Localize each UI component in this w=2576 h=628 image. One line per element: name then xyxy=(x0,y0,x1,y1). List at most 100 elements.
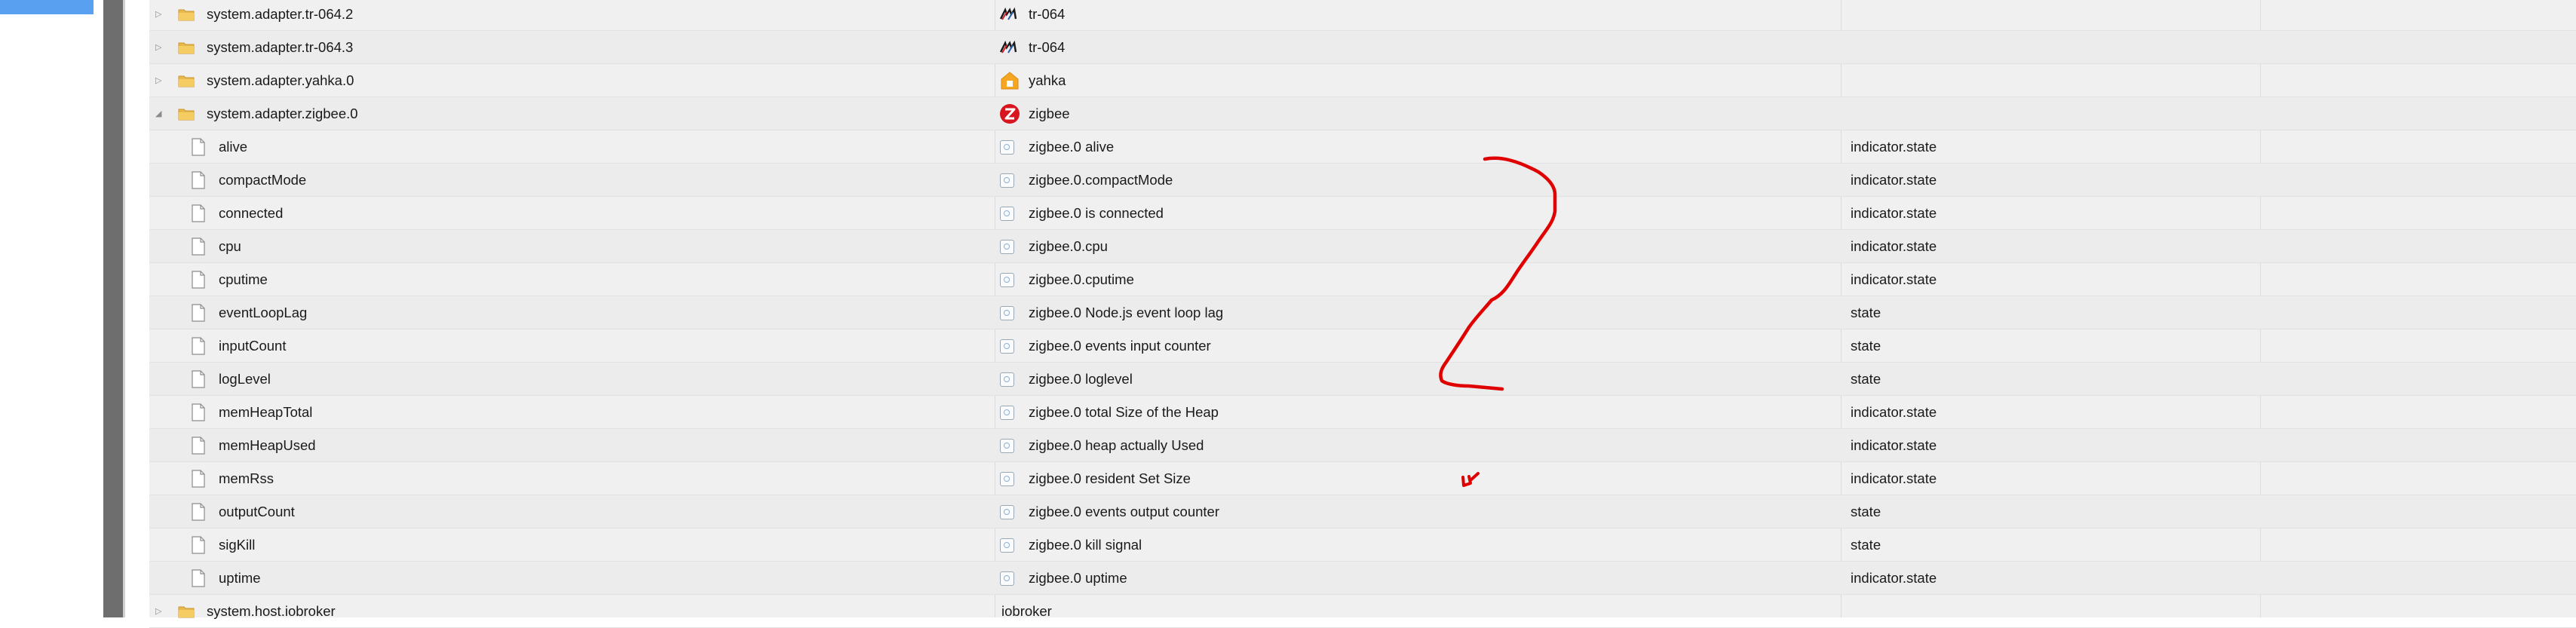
object-id-cell: inputCount xyxy=(149,329,994,363)
object-role-cell xyxy=(1842,97,2260,130)
tree-state-row[interactable]: inputCount zigbee.0 events input counter s… xyxy=(149,329,2576,363)
object-role-label: state xyxy=(1851,537,1881,553)
file-icon xyxy=(192,337,205,355)
file-icon xyxy=(192,569,205,587)
tree-folder-row[interactable]: ▷ system.host.iobroker iobroker xyxy=(149,595,2576,628)
state-object-icon xyxy=(1000,571,1014,586)
object-role-label: indicator.state xyxy=(1851,437,1937,453)
object-role-label: indicator.state xyxy=(1851,172,1937,188)
object-name-label: zigbee.0 kill signal xyxy=(1029,537,1142,553)
object-id-label: system.adapter.zigbee.0 xyxy=(207,106,358,121)
folder-icon xyxy=(178,42,195,54)
object-name-cell: zigbee.0 events output counter xyxy=(995,495,1840,528)
object-name-cell: zigbee.0.cpu xyxy=(995,230,1840,263)
state-object-icon xyxy=(1000,472,1014,486)
object-role-cell: state xyxy=(1842,329,2260,363)
object-name-label: yahka xyxy=(1029,72,1066,88)
file-icon xyxy=(192,470,205,488)
object-id-cell: connected xyxy=(149,197,994,230)
object-name-label: zigbee xyxy=(1029,106,1070,121)
object-id-cell: sigKill xyxy=(149,528,994,562)
state-object-icon xyxy=(1000,538,1014,553)
expand-arrow-icon[interactable]: ▷ xyxy=(155,595,166,628)
object-id-cell: memHeapUsed xyxy=(149,429,994,462)
object-id-cell: ▷ system.host.iobroker xyxy=(149,595,994,628)
tree-state-row[interactable]: eventLoopLag zigbee.0 Node.js event loop … xyxy=(149,296,2576,329)
panel-splitter[interactable] xyxy=(103,0,125,617)
tree-folder-row[interactable]: ▷ system.adapter.tr-064.3 tr-064 xyxy=(149,31,2576,64)
object-name-label: zigbee.0 events input counter xyxy=(1029,338,1211,354)
object-role-label: indicator.state xyxy=(1851,470,1937,486)
object-name-label: tr-064 xyxy=(1029,6,1066,22)
tree-state-row[interactable]: alive zigbee.0 alive indicator.state xyxy=(149,130,2576,164)
object-role-label: indicator.state xyxy=(1851,205,1937,221)
tree-folder-row[interactable]: ◢ system.adapter.zigbee.0 zigbee xyxy=(149,97,2576,130)
object-role-cell: indicator.state xyxy=(1842,562,2260,595)
object-id-cell: alive xyxy=(149,130,994,164)
object-name-cell: zigbee.0.compactMode xyxy=(995,164,1840,197)
tree-state-row[interactable]: memHeapUsed zigbee.0 heap actually Used in… xyxy=(149,429,2576,462)
folder-icon xyxy=(178,75,195,87)
object-name-label: zigbee.0 total Size of the Heap xyxy=(1029,404,1219,420)
tree-state-row[interactable]: connected zigbee.0 is connected indicator.… xyxy=(149,197,2576,230)
object-role-cell xyxy=(1842,64,2260,97)
object-role-cell: state xyxy=(1842,363,2260,396)
tree-state-row[interactable]: compactMode zigbee.0.compactMode indicator… xyxy=(149,164,2576,197)
object-role-cell: indicator.state xyxy=(1842,164,2260,197)
object-name-cell: yahka xyxy=(995,64,1840,97)
object-name-cell: zigbee.0 is connected xyxy=(995,197,1840,230)
object-id-label: memHeapTotal xyxy=(219,404,313,420)
object-id-label: uptime xyxy=(219,570,261,586)
state-object-icon xyxy=(1000,439,1014,453)
object-role-label: indicator.state xyxy=(1851,570,1937,586)
state-object-icon xyxy=(1000,207,1014,221)
tree-state-row[interactable]: cputime zigbee.0.cputime indicator.state xyxy=(149,263,2576,296)
tree-folder-row[interactable]: ▷ system.adapter.tr-064.2 tr-064 xyxy=(149,0,2576,31)
tree-folder-row[interactable]: ▷ system.adapter.yahka.0 yahka xyxy=(149,64,2576,97)
object-name-cell: zigbee.0 uptime xyxy=(995,562,1840,595)
object-role-cell: indicator.state xyxy=(1842,462,2260,495)
object-id-label: inputCount xyxy=(219,338,287,354)
object-role-cell xyxy=(1842,31,2260,64)
object-role-label: state xyxy=(1851,338,1881,354)
tree-state-row[interactable]: sigKill zigbee.0 kill signal state xyxy=(149,528,2576,562)
folder-icon xyxy=(178,109,195,121)
tree-state-row[interactable]: outputCount zigbee.0 events output counte… xyxy=(149,495,2576,528)
object-id-label: system.adapter.tr-064.3 xyxy=(207,39,354,55)
tr064-logo-icon xyxy=(999,40,1017,54)
state-object-icon xyxy=(1000,240,1014,254)
object-id-label: system.host.iobroker xyxy=(207,603,336,619)
left-selected-item[interactable] xyxy=(0,0,94,14)
object-id-label: cpu xyxy=(219,238,241,254)
object-id-label: memHeapUsed xyxy=(219,437,316,453)
object-role-cell: state xyxy=(1842,296,2260,329)
tree-state-row[interactable]: logLevel zigbee.0 loglevel state xyxy=(149,363,2576,396)
state-object-icon xyxy=(1000,505,1014,519)
tree-state-row[interactable]: memRss zigbee.0 resident Set Size indicato… xyxy=(149,462,2576,495)
object-name-cell: zigbee.0 events input counter xyxy=(995,329,1840,363)
object-id-label: compactMode xyxy=(219,172,307,188)
object-name-cell: iobroker xyxy=(995,595,1840,628)
object-id-cell: ▷ system.adapter.yahka.0 xyxy=(149,64,994,97)
state-object-icon xyxy=(1000,406,1014,420)
object-id-label: sigKill xyxy=(219,537,256,553)
expand-arrow-icon[interactable]: ▷ xyxy=(155,0,166,31)
object-name-cell: zigbee.0 Node.js event loop lag xyxy=(995,296,1840,329)
state-object-icon xyxy=(1000,140,1014,155)
tree-state-row[interactable]: uptime zigbee.0 uptime indicator.state xyxy=(149,562,2576,595)
state-object-icon xyxy=(1000,306,1014,320)
zigbee-logo-icon xyxy=(1000,104,1020,124)
object-name-cell: zigbee.0 heap actually Used xyxy=(995,429,1840,462)
collapse-arrow-icon[interactable]: ◢ xyxy=(155,97,166,130)
expand-arrow-icon[interactable]: ▷ xyxy=(155,31,166,64)
object-role-label: indicator.state xyxy=(1851,404,1937,420)
tree-state-row[interactable]: memHeapTotal zigbee.0 total Size of the H… xyxy=(149,396,2576,429)
file-icon xyxy=(192,271,205,289)
state-object-icon xyxy=(1000,273,1014,287)
tr064-logo-icon xyxy=(999,7,1017,20)
object-name-cell: tr-064 xyxy=(995,31,1840,64)
object-name-label: tr-064 xyxy=(1029,39,1066,55)
tree-state-row[interactable]: cpu zigbee.0.cpu indicator.state xyxy=(149,230,2576,263)
expand-arrow-icon[interactable]: ▷ xyxy=(155,64,166,97)
object-id-cell: uptime xyxy=(149,562,994,595)
